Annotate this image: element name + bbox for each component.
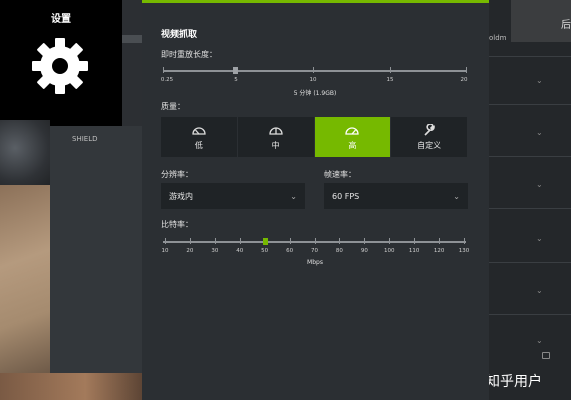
bitrate-tick-label: 30 [211, 248, 219, 254]
right-partial-text: oldm [489, 34, 507, 42]
shield-label[interactable]: SHIELD [72, 135, 97, 143]
background-texture [0, 185, 50, 373]
right-top-label: 后 [561, 20, 571, 31]
replay-tick-label: 0.25 [160, 77, 174, 83]
bitrate-tick-label: 50 [261, 248, 269, 254]
quality-option-high[interactable]: 高 [314, 117, 392, 157]
bitrate-tick-label: 120 [433, 248, 445, 254]
slider-tick [464, 238, 465, 244]
right-divider [489, 314, 571, 315]
gauge-low-icon [192, 126, 206, 135]
right-panel [489, 0, 571, 400]
right-divider [489, 104, 571, 105]
chevron-down-icon: ⌄ [453, 191, 460, 201]
slider-tick [239, 238, 241, 244]
settings-title: 设置 [51, 14, 71, 25]
framerate-value: 60 FPS [332, 191, 360, 201]
quality-option-label: 高 [348, 140, 357, 150]
slider-tick [314, 238, 316, 244]
right-divider [489, 262, 571, 263]
background-tab [122, 35, 142, 43]
slider-tick [339, 238, 341, 244]
watermark: 知乎用户 [486, 374, 542, 390]
accent-bar [142, 0, 489, 3]
right-divider [489, 56, 571, 57]
slider-tick [439, 238, 441, 244]
replay-tick-label: 5 [234, 77, 238, 83]
chevron-down-icon[interactable]: ⌄ [536, 180, 543, 189]
quality-label: 质量： [161, 102, 185, 111]
gear-icon [32, 38, 88, 94]
bitrate-tick-label: 20 [186, 248, 194, 254]
quality-option-label: 低 [194, 140, 203, 150]
slider-tick [189, 238, 191, 244]
wrench-icon [424, 123, 435, 136]
chevron-down-icon[interactable]: ⌄ [536, 286, 543, 295]
background-map [0, 120, 50, 190]
bitrate-tick-label: 100 [384, 248, 395, 254]
replay-slider-thumb[interactable] [233, 67, 238, 74]
sidebar-panel [50, 126, 142, 373]
framerate-select[interactable]: 60 FPS ⌄ [324, 183, 468, 209]
replay-tick-label: 15 [386, 77, 394, 83]
quality-option-label: 自定义 [417, 140, 442, 150]
bitrate-tick-label: 40 [236, 248, 244, 254]
gauge-high-icon [345, 126, 360, 135]
replay-slider-track[interactable] [163, 70, 466, 72]
slider-tick [214, 238, 216, 244]
bitrate-label: 比特率： [161, 220, 193, 229]
bitrate-unit-label: Mbps [307, 259, 323, 266]
slider-tick [364, 238, 366, 244]
background-strip [122, 0, 142, 126]
slider-tick [313, 67, 314, 73]
resolution-label: 分辨率： [161, 170, 193, 179]
chevron-down-icon[interactable]: ⌄ [536, 128, 543, 137]
bitrate-tick-label: 10 [161, 248, 169, 254]
chevron-down-icon: ⌄ [290, 191, 297, 201]
slider-tick [289, 238, 291, 244]
bitrate-tick-label: 90 [360, 248, 368, 254]
replay-tick-label: 10 [309, 77, 317, 83]
framerate-label: 帧速率： [324, 170, 356, 179]
replay-value-label: 5 分钟 (1.9GB) [293, 90, 337, 97]
slider-tick [163, 67, 164, 73]
panel-title: 视频抓取 [161, 30, 198, 40]
chevron-down-icon[interactable]: ⌄ [536, 76, 543, 85]
bitrate-tick-label: 70 [311, 248, 318, 254]
background-texture-bottom [0, 373, 142, 400]
chevron-down-icon[interactable]: ⌄ [536, 234, 543, 243]
slider-tick [466, 67, 467, 73]
quality-selector: 低 中 高 自定义 [161, 117, 468, 157]
bitrate-tick-label: 110 [408, 248, 420, 254]
resolution-value: 游戏内 [169, 191, 193, 201]
quality-option-label: 中 [271, 140, 280, 150]
bitrate-tick-label: 130 [458, 248, 470, 254]
quality-option-medium[interactable]: 中 [237, 117, 315, 157]
right-divider [489, 208, 571, 209]
right-divider [489, 156, 571, 157]
slider-tick [390, 67, 391, 73]
chevron-down-icon[interactable]: ⌄ [536, 336, 543, 345]
replay-length-label: 即时重放长度： [161, 50, 217, 59]
slider-tick [165, 238, 166, 244]
quality-option-custom[interactable]: 自定义 [391, 117, 468, 157]
replay-tick-label: 20 [460, 77, 468, 83]
bitrate-tick-label: 80 [335, 248, 343, 254]
bitrate-slider-thumb[interactable] [262, 238, 268, 245]
bitrate-tick-label: 60 [286, 248, 294, 254]
chat-icon[interactable] [542, 352, 550, 359]
gauge-medium-icon [268, 126, 283, 135]
slider-tick [414, 238, 416, 244]
slider-tick [389, 238, 391, 244]
quality-option-low[interactable]: 低 [161, 117, 238, 157]
resolution-select[interactable]: 游戏内 ⌄ [161, 183, 305, 209]
